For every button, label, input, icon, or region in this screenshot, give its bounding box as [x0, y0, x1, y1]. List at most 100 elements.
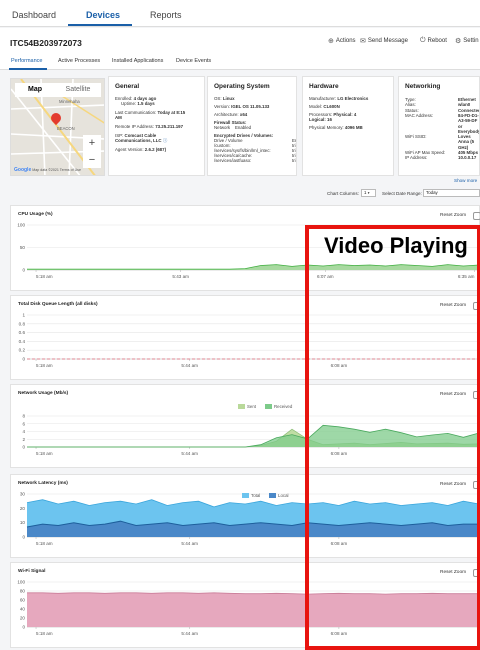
model-row: Model: CL600N: [309, 104, 340, 109]
settings-label: Settin: [463, 38, 479, 44]
show-more-link[interactable]: Show more: [454, 178, 477, 183]
agent-version-row: Agent Version: 2.6.2 (687): [115, 147, 167, 152]
reboot-label: Reboot: [427, 38, 447, 44]
x-tick-label: 6:08 am: [331, 363, 348, 368]
operating-system-card: Operating System OS: Linux Version: IGEL…: [207, 76, 297, 176]
wifi-signal-chart[interactable]: 100 80 60 40 20 0 5:18 am 5:44 am 6:08 am: [11, 563, 480, 649]
y-tick-label: 4: [22, 429, 25, 434]
location-map[interactable]: Map Satellite Minnehaha BEACON + − Googl…: [10, 78, 105, 176]
network-usage-panel: Network Usage (Mb/s) Reset Zoom 8 6 4 2 0 5:18 …: [10, 384, 480, 468]
memory-row: Physical Memory: 4096 MB: [309, 125, 363, 130]
network-field-value: Ethernet: [458, 97, 476, 102]
x-tick-label: 6:08 am: [331, 541, 348, 546]
date-range-label: Select Date Range:: [382, 191, 422, 196]
zoom-out-button[interactable]: −: [83, 152, 101, 168]
logical-row: Logical: 16: [309, 117, 332, 122]
device-header: ITC54B203972073 ⊕ Actions ✉ Send Message ⏻…: [0, 28, 480, 54]
legend-swatch: [238, 404, 245, 409]
y-tick-label: 100: [17, 223, 25, 228]
y-tick-label: 6: [22, 421, 25, 426]
y-tick-label: 0.8: [19, 321, 26, 326]
hardware-card: Hardware Manufacturer: LG Electronics Mo…: [302, 76, 394, 176]
chart-columns-select[interactable]: 1 ▾: [361, 189, 376, 197]
tab-dashboard[interactable]: Dashboard: [12, 10, 56, 20]
x-tick-label: 5:18 am: [36, 541, 53, 546]
disk-queue-chart[interactable]: 1 0.8 0.6 0.4 0.2 0 5:18 am 5:44 am 6:08 am: [11, 296, 480, 381]
satellite-view-tab[interactable]: Satellite: [55, 83, 101, 97]
network-field-value: Loves: [458, 134, 471, 140]
x-tick-label: 5:44 am: [181, 631, 198, 636]
x-tick-label: 5:44 am: [181, 363, 198, 368]
network-field-value: 405 Mbps: [458, 150, 479, 155]
device-subtabs: Performance Active Processes Installed A…: [0, 54, 480, 70]
map-view-tab[interactable]: Map: [15, 83, 55, 97]
terms-link[interactable]: Terms of Use: [60, 168, 81, 172]
zoom-in-button[interactable]: +: [83, 135, 101, 151]
series-area-received: [27, 425, 479, 447]
tab-devices[interactable]: Devices: [86, 10, 120, 20]
y-tick-label: 80: [20, 589, 26, 594]
chart-columns-value: 1: [364, 190, 367, 195]
drive-row: /services/iastfuaso: tri: [214, 158, 296, 163]
y-tick-label: 0.6: [19, 330, 26, 335]
subtab-installed-applications[interactable]: Installed Applications: [112, 58, 163, 64]
plus-circle-icon: ⊕: [328, 38, 334, 45]
network-latency-chart[interactable]: 30 20 10 0 5:18 am 5:44 am 6:08 am: [11, 475, 480, 559]
actions-button[interactable]: ⊕ Actions: [328, 37, 356, 45]
y-tick-label: 2: [22, 437, 25, 442]
actions-label: Actions: [335, 38, 356, 44]
subtab-active-processes[interactable]: Active Processes: [58, 58, 100, 64]
network-field-label: Status:: [405, 107, 419, 113]
remote-ip-row: Remote IP Address: 73.25.211.197: [115, 124, 184, 129]
card-title: Operating System: [214, 83, 270, 90]
subtab-device-events[interactable]: Device Events: [176, 58, 211, 64]
network-field-value: Connected: [458, 107, 480, 113]
x-tick-label: 6:08 am: [331, 631, 348, 636]
y-tick-label: 10: [20, 520, 26, 525]
x-tick-label: 5:18 am: [36, 363, 53, 368]
legend-swatch: [265, 404, 272, 409]
architecture-row: Architecture: x64: [214, 112, 248, 117]
power-icon: ⏻: [420, 37, 426, 44]
active-tab-indicator: [68, 24, 132, 26]
device-id: ITC54B203972073: [10, 38, 82, 48]
legend-label: Total: [251, 493, 261, 498]
y-tick-label: 0: [22, 535, 25, 540]
firewall-network-row: Network Enabled: [214, 125, 252, 130]
legend-swatch: [269, 493, 276, 498]
network-usage-chart[interactable]: 8 6 4 2 0 5:18 am 5:44 am 6:08 am: [11, 385, 480, 469]
reboot-button[interactable]: ⏻ Reboot: [420, 37, 447, 45]
x-tick-label: 5:44 am: [181, 541, 198, 546]
legend-label: Received: [274, 404, 293, 409]
os-row: OS: Linux: [214, 96, 235, 101]
x-tick-label: 6:35 am: [458, 274, 475, 279]
date-range-select[interactable]: Today: [423, 189, 480, 197]
y-tick-label: 30: [20, 492, 26, 497]
network-field-value: A3-59-DF: [458, 118, 478, 124]
network-field-label: IP Address:: [405, 155, 428, 161]
send-message-button[interactable]: ✉ Send Message: [360, 37, 408, 45]
y-tick-label: 0: [22, 357, 25, 362]
date-range-value: Today: [426, 190, 438, 195]
map-footer: Google Map data ©2021 Terms of Use: [14, 167, 81, 173]
y-tick-label: 0.4: [19, 339, 26, 344]
card-title: General: [115, 83, 140, 90]
y-tick-label: 60: [20, 598, 26, 603]
tab-reports[interactable]: Reports: [150, 10, 182, 20]
legend-label: Sent: [247, 404, 257, 409]
settings-button[interactable]: ⚙ Settin: [455, 37, 479, 45]
legend-item-local: Local: [269, 493, 289, 498]
subtab-performance[interactable]: Performance: [11, 58, 43, 64]
network-field-label: MAC Address:: [405, 112, 434, 118]
network-field-value: Anna (5: [458, 139, 475, 145]
map-place-label: BEACON: [57, 126, 75, 131]
y-tick-label: 50: [20, 245, 26, 250]
general-card: General Enrolled: 4 days ago Uptime: 1.5…: [108, 76, 205, 176]
networking-card: Networking Type: Ethernet Alias: wlan0 Statu…: [398, 76, 480, 176]
card-title: Networking: [405, 83, 441, 90]
network-field-label: Alias:: [405, 102, 416, 108]
chevron-down-icon: ▾: [367, 191, 370, 195]
legend-label: Local: [278, 493, 289, 498]
y-tick-label: 0: [22, 445, 25, 450]
legend-item-sent: Sent: [238, 404, 256, 409]
